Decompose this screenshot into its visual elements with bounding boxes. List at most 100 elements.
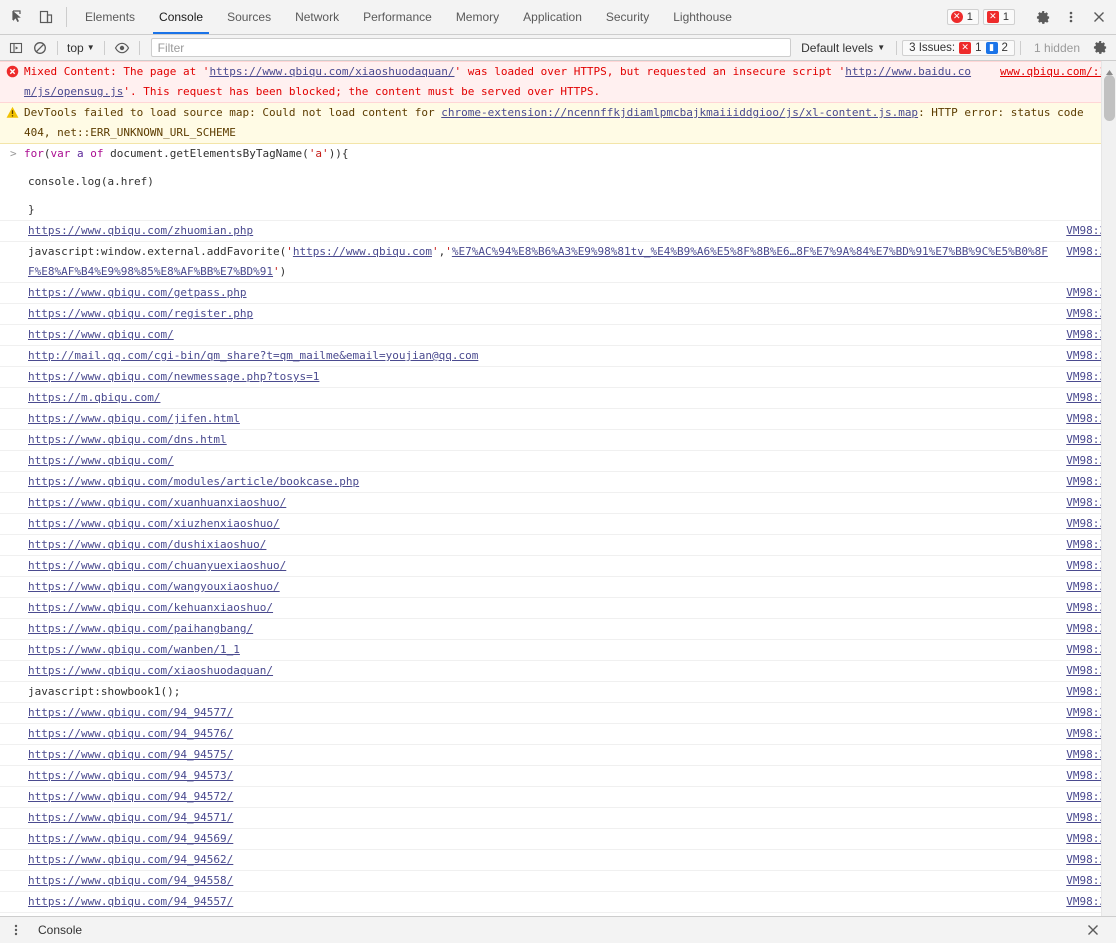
console-link[interactable]: https://m.qbiqu.com/ [28, 391, 160, 404]
filter-input[interactable] [150, 38, 792, 57]
tab-elements[interactable]: Elements [73, 0, 147, 34]
console-link[interactable]: https://www.qbiqu.com/newmessage.php?tos… [28, 370, 319, 383]
console-link[interactable]: https://www.qbiqu.com/paihangbang/ [28, 622, 253, 635]
console-log-body: https://www.qbiqu.com/94_94577/ [0, 703, 1066, 723]
scroll-up-arrow-icon[interactable] [1105, 64, 1114, 75]
console-link[interactable]: https://www.qbiqu.com/94_94569/ [28, 832, 233, 845]
inspect-element-icon[interactable] [4, 0, 32, 34]
log-levels-selector[interactable]: Default levels ▼ [795, 41, 891, 55]
console-link[interactable]: https://www.qbiqu.com/94_94562/ [28, 853, 233, 866]
tab-network[interactable]: Network [283, 0, 351, 34]
devtools-tabbar: Elements Console Sources Network Perform… [0, 0, 1116, 35]
console-message-list[interactable]: Mixed Content: The page at 'https://www.… [0, 61, 1116, 916]
console-scrollbar-thumb[interactable] [1104, 75, 1115, 121]
console-link[interactable]: https://www.qbiqu.com/jifen.html [28, 412, 240, 425]
console-link[interactable]: chrome-extension://ncennffkjdiamlpmcbajk… [441, 106, 918, 119]
console-link[interactable]: https://www.qbiqu.com/register.php [28, 307, 253, 320]
console-sidebar-icon[interactable] [4, 37, 28, 59]
console-log-row: https://www.qbiqu.com/94_94569/VM98:3 [0, 829, 1116, 850]
prompt-chevron-icon: > [10, 147, 17, 160]
console-log-row: https://www.qbiqu.com/dushixiaoshuo/VM98… [0, 535, 1116, 556]
console-link[interactable]: https://www.qbiqu.com/94_94575/ [28, 748, 233, 761]
error-count-chip[interactable]: ✕ 1 [946, 9, 979, 25]
console-log-body: https://www.qbiqu.com/xiuzhenxiaoshuo/ [0, 514, 1066, 534]
close-icon[interactable] [1086, 4, 1112, 30]
drawer-tab-console[interactable]: Console [28, 923, 92, 937]
console-link[interactable]: F%E8%AF%B4%E9%98%85%E8%AF%BB%E7%BD%91 [28, 265, 273, 278]
console-log-body: https://www.qbiqu.com/94_94576/ [0, 724, 1066, 744]
console-link[interactable]: https://www.qbiqu.com/modules/article/bo… [28, 475, 359, 488]
toolbar-divider-5 [1019, 40, 1021, 55]
tab-application[interactable]: Application [511, 0, 594, 34]
gear-icon[interactable] [1030, 4, 1056, 30]
tab-memory[interactable]: Memory [444, 0, 511, 34]
console-log-row: https://www.qbiqu.com/94_94573/VM98:3 [0, 766, 1116, 787]
console-link[interactable]: http://www.baidu.co [845, 65, 971, 78]
issues-summary-chip[interactable]: 3 Issues: ✕ 1 ▮ 2 [902, 39, 1015, 56]
console-link[interactable]: https://www.qbiqu.com/94_94573/ [28, 769, 233, 782]
console-log-row: https://www.qbiqu.com/modules/article/bo… [0, 472, 1116, 493]
device-toolbar-icon[interactable] [32, 0, 60, 34]
console-link[interactable]: http://mail.qq.com/cgi-bin/qm_share?t=qm… [28, 349, 478, 362]
issues-label: 3 Issues: [909, 41, 956, 54]
console-link[interactable]: https://www.qbiqu.com/getpass.php [28, 286, 247, 299]
live-expression-eye-icon[interactable] [110, 37, 134, 59]
console-link[interactable]: https://www.qbiqu.com/dns.html [28, 433, 227, 446]
console-log-row: https://www.qbiqu.com/94_94562/VM98:3 [0, 850, 1116, 871]
tab-performance[interactable]: Performance [351, 0, 444, 34]
tabbar-divider [66, 7, 67, 27]
tab-security[interactable]: Security [594, 0, 661, 34]
console-scrollbar[interactable] [1101, 61, 1116, 916]
console-link[interactable]: https://www.qbiqu.com/wanben/1_1 [28, 643, 240, 656]
console-link[interactable]: https://www.qbiqu.com/dushixiaoshuo/ [28, 538, 266, 551]
drawer-more-options-icon[interactable] [4, 919, 28, 941]
console-log-row: https://www.qbiqu.com/kehuanxiaoshuo/VM9… [0, 598, 1116, 619]
console-link[interactable]: %E7%AC%94%E8%B6%A3%E9%98%81tv_%E4%B9%A6%… [452, 245, 1048, 258]
console-log-row: https://m.qbiqu.com/VM98:3 [0, 388, 1116, 409]
console-log-row: https://www.qbiqu.com/chuanyuexiaoshuo/V… [0, 556, 1116, 577]
console-link[interactable]: https://www.qbiqu.com/xuanhuanxiaoshuo/ [28, 496, 286, 509]
tab-label: Memory [455, 10, 500, 24]
chevron-down-icon: ▼ [86, 43, 95, 52]
console-log-row: https://www.qbiqu.com/register.php VM98:3 [0, 304, 1116, 325]
console-link[interactable]: https://www.qbiqu.com/kehuanxiaoshuo/ [28, 601, 273, 614]
console-link[interactable]: https://www.qbiqu.com/xiuzhenxiaoshuo/ [28, 517, 280, 530]
console-link[interactable]: https://www.qbiqu.com/94_94577/ [28, 706, 233, 719]
error-circle-icon [6, 65, 20, 79]
console-link[interactable]: https://www.qbiqu.com/94_94576/ [28, 727, 233, 740]
console-link[interactable]: https://www.qbiqu.com/xiaoshuodaquan/ [28, 664, 273, 677]
drawer-close-icon[interactable] [1080, 917, 1106, 943]
console-message-source-link[interactable]: www.qbiqu.com/:1 [1000, 62, 1116, 82]
tab-console[interactable]: Console [147, 0, 215, 34]
console-link[interactable]: https://www.qbiqu.com/zhuomian.php [28, 224, 253, 237]
console-log-body: https://www.qbiqu.com/jifen.html [0, 409, 1066, 429]
console-link[interactable]: https://www.qbiqu.com/chuanyuexiaoshuo/ [28, 559, 286, 572]
console-input-echo[interactable]: > for(var a of document.getElementsByTagN… [0, 144, 1116, 221]
console-link[interactable]: https://www.qbiqu.com [293, 245, 432, 258]
console-link[interactable]: m/js/opensug.js [24, 85, 123, 98]
console-link[interactable]: https://www.qbiqu.com/xiaoshuodaquan/ [209, 65, 454, 78]
console-link[interactable]: https://www.qbiqu.com/94_94572/ [28, 790, 233, 803]
drawer-tabbar: Console [0, 916, 1116, 943]
execution-context-value: top [67, 40, 84, 55]
issue-count-chip[interactable]: ✕ 1 [982, 9, 1015, 25]
console-link[interactable]: https://www.qbiqu.com/94_94557/ [28, 895, 233, 908]
console-link[interactable]: https://www.qbiqu.com/wangyouxiaoshuo/ [28, 580, 280, 593]
clear-console-icon[interactable] [28, 37, 52, 59]
console-settings-gear-icon[interactable] [1088, 37, 1112, 59]
console-text: Mixed Content: The page at ' [24, 65, 210, 78]
tab-sources[interactable]: Sources [215, 0, 283, 34]
console-text: ) [279, 265, 287, 278]
more-options-icon[interactable] [1058, 4, 1084, 30]
issue-square-icon: ✕ [959, 41, 972, 54]
console-link[interactable]: https://www.qbiqu.com/ [28, 328, 174, 341]
console-log-body: https://www.qbiqu.com/94_94571/ [0, 808, 1066, 828]
tab-lighthouse[interactable]: Lighthouse [661, 0, 744, 34]
console-log-row: https://www.qbiqu.com/94_94576/VM98:3 [0, 724, 1116, 745]
console-link[interactable]: https://www.qbiqu.com/94_94558/ [28, 874, 233, 887]
console-link[interactable]: https://www.qbiqu.com/ [28, 454, 174, 467]
console-log-body: https://www.qbiqu.com/94_94569/ [0, 829, 1066, 849]
execution-context-selector[interactable]: top ▼ [63, 41, 99, 55]
console-log-body: https://www.qbiqu.com/dushixiaoshuo/ [0, 535, 1066, 555]
console-link[interactable]: https://www.qbiqu.com/94_94571/ [28, 811, 233, 824]
